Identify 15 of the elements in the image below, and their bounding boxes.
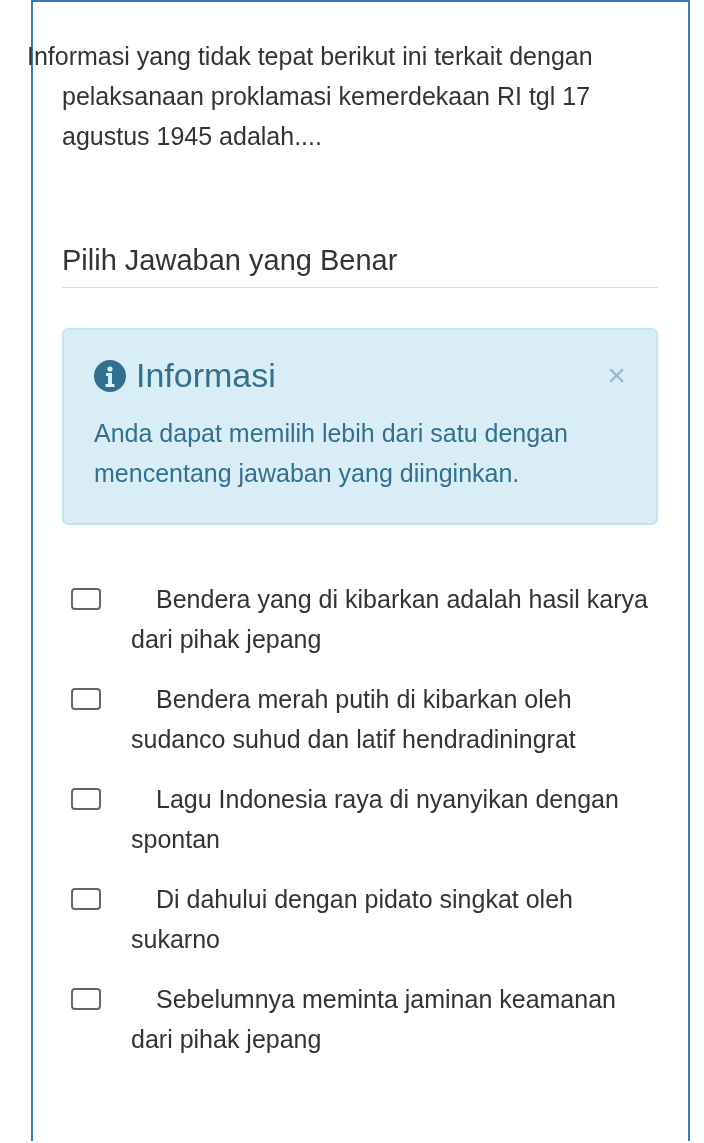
info-icon [94, 359, 126, 392]
checkbox[interactable] [71, 788, 101, 810]
checkbox[interactable] [71, 988, 101, 1010]
option-text: Bendera merah putih di kibarkan oleh sudanco suhud dan latif hendradiningrat [131, 684, 577, 755]
checkbox[interactable] [71, 888, 101, 910]
close-button[interactable]: × [607, 357, 626, 394]
checkbox[interactable] [71, 588, 101, 610]
option-text: Bendera yang di kibarkan adalah hasil karya dari pihak jepang [131, 584, 649, 655]
option-text: Lagu Indonesia raya di nyanyikan dengan spontan [131, 784, 620, 855]
option-text: Sebelumnya meminta jaminan keamanan dari pihak jepang [131, 984, 617, 1055]
option-text: Di dahului dengan pidato singkat oleh sukarno [131, 884, 574, 955]
section-heading: Pilih Jawaban yang Benar [62, 244, 658, 288]
alert-message: Anda dapat memilih lebih dari satu dengan mencentang jawaban yang diinginkan. [94, 418, 569, 489]
checkbox[interactable] [71, 688, 101, 710]
alert-title: Informasi [136, 356, 277, 395]
